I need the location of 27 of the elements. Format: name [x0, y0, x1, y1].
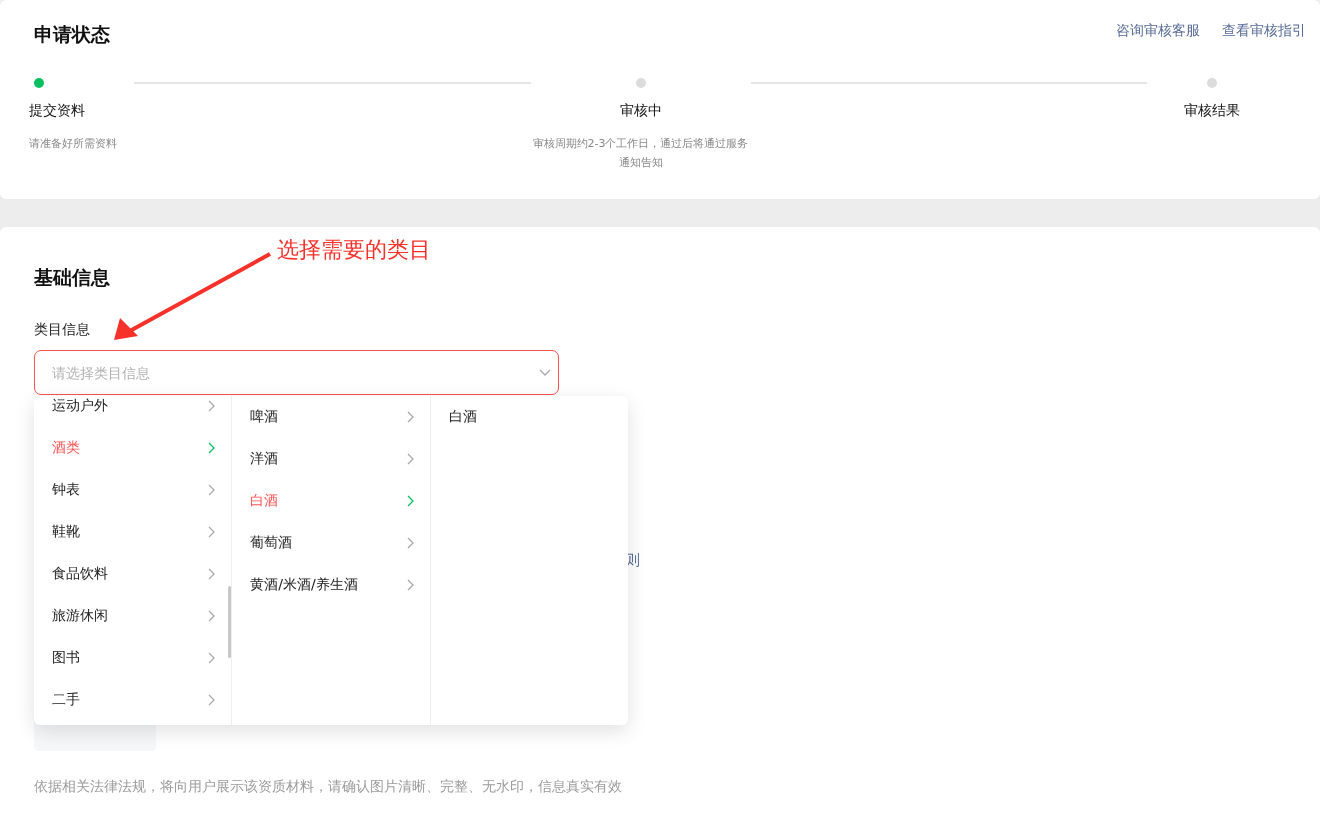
- menu-item[interactable]: 葡萄酒: [232, 522, 430, 564]
- scrollbar-thumb[interactable]: [228, 586, 232, 658]
- menu-item[interactable]: 旅游休闲: [34, 595, 232, 637]
- step-label: 提交资料: [29, 102, 85, 120]
- chevron-down-icon: [539, 369, 551, 377]
- menu-item[interactable]: 洋酒: [232, 438, 430, 480]
- menu-item[interactable]: 黄酒/米酒/养生酒: [232, 564, 430, 606]
- step-description: 请准备好所需资料: [29, 136, 117, 152]
- step-description: 审核周期约2-3个工作日，通过后将通过服务通知告知: [531, 136, 750, 171]
- hint-text: 依据相关法律法规，将向用户展示该资质材料，请确认图片清晰、完整、无水印，信息真实有效: [34, 778, 623, 796]
- annotation-text: 选择需要的类目: [277, 236, 431, 264]
- step-label: 审核中: [619, 102, 662, 120]
- menu-item[interactable]: 运动户外: [34, 396, 232, 427]
- menu-item[interactable]: 图书: [34, 637, 232, 679]
- menu-item[interactable]: 二手: [34, 679, 232, 721]
- section-title: 基础信息: [34, 265, 110, 290]
- field-label: 类目信息: [34, 321, 91, 339]
- category-select[interactable]: 请选择类目信息: [34, 350, 559, 395]
- menu-item[interactable]: 啤酒: [232, 396, 430, 438]
- menu-item[interactable]: 食品饮料: [34, 553, 232, 595]
- header-link[interactable]: 咨询审核客服: [1116, 22, 1200, 40]
- menu-item[interactable]: 鞋靴: [34, 511, 232, 553]
- header-link[interactable]: 查看审核指引: [1222, 22, 1306, 40]
- step-label: 审核结果: [1184, 102, 1240, 120]
- menu-item[interactable]: 钟表: [34, 469, 232, 511]
- section-title: 申请状态: [34, 22, 110, 47]
- menu-item[interactable]: 白酒: [430, 396, 628, 438]
